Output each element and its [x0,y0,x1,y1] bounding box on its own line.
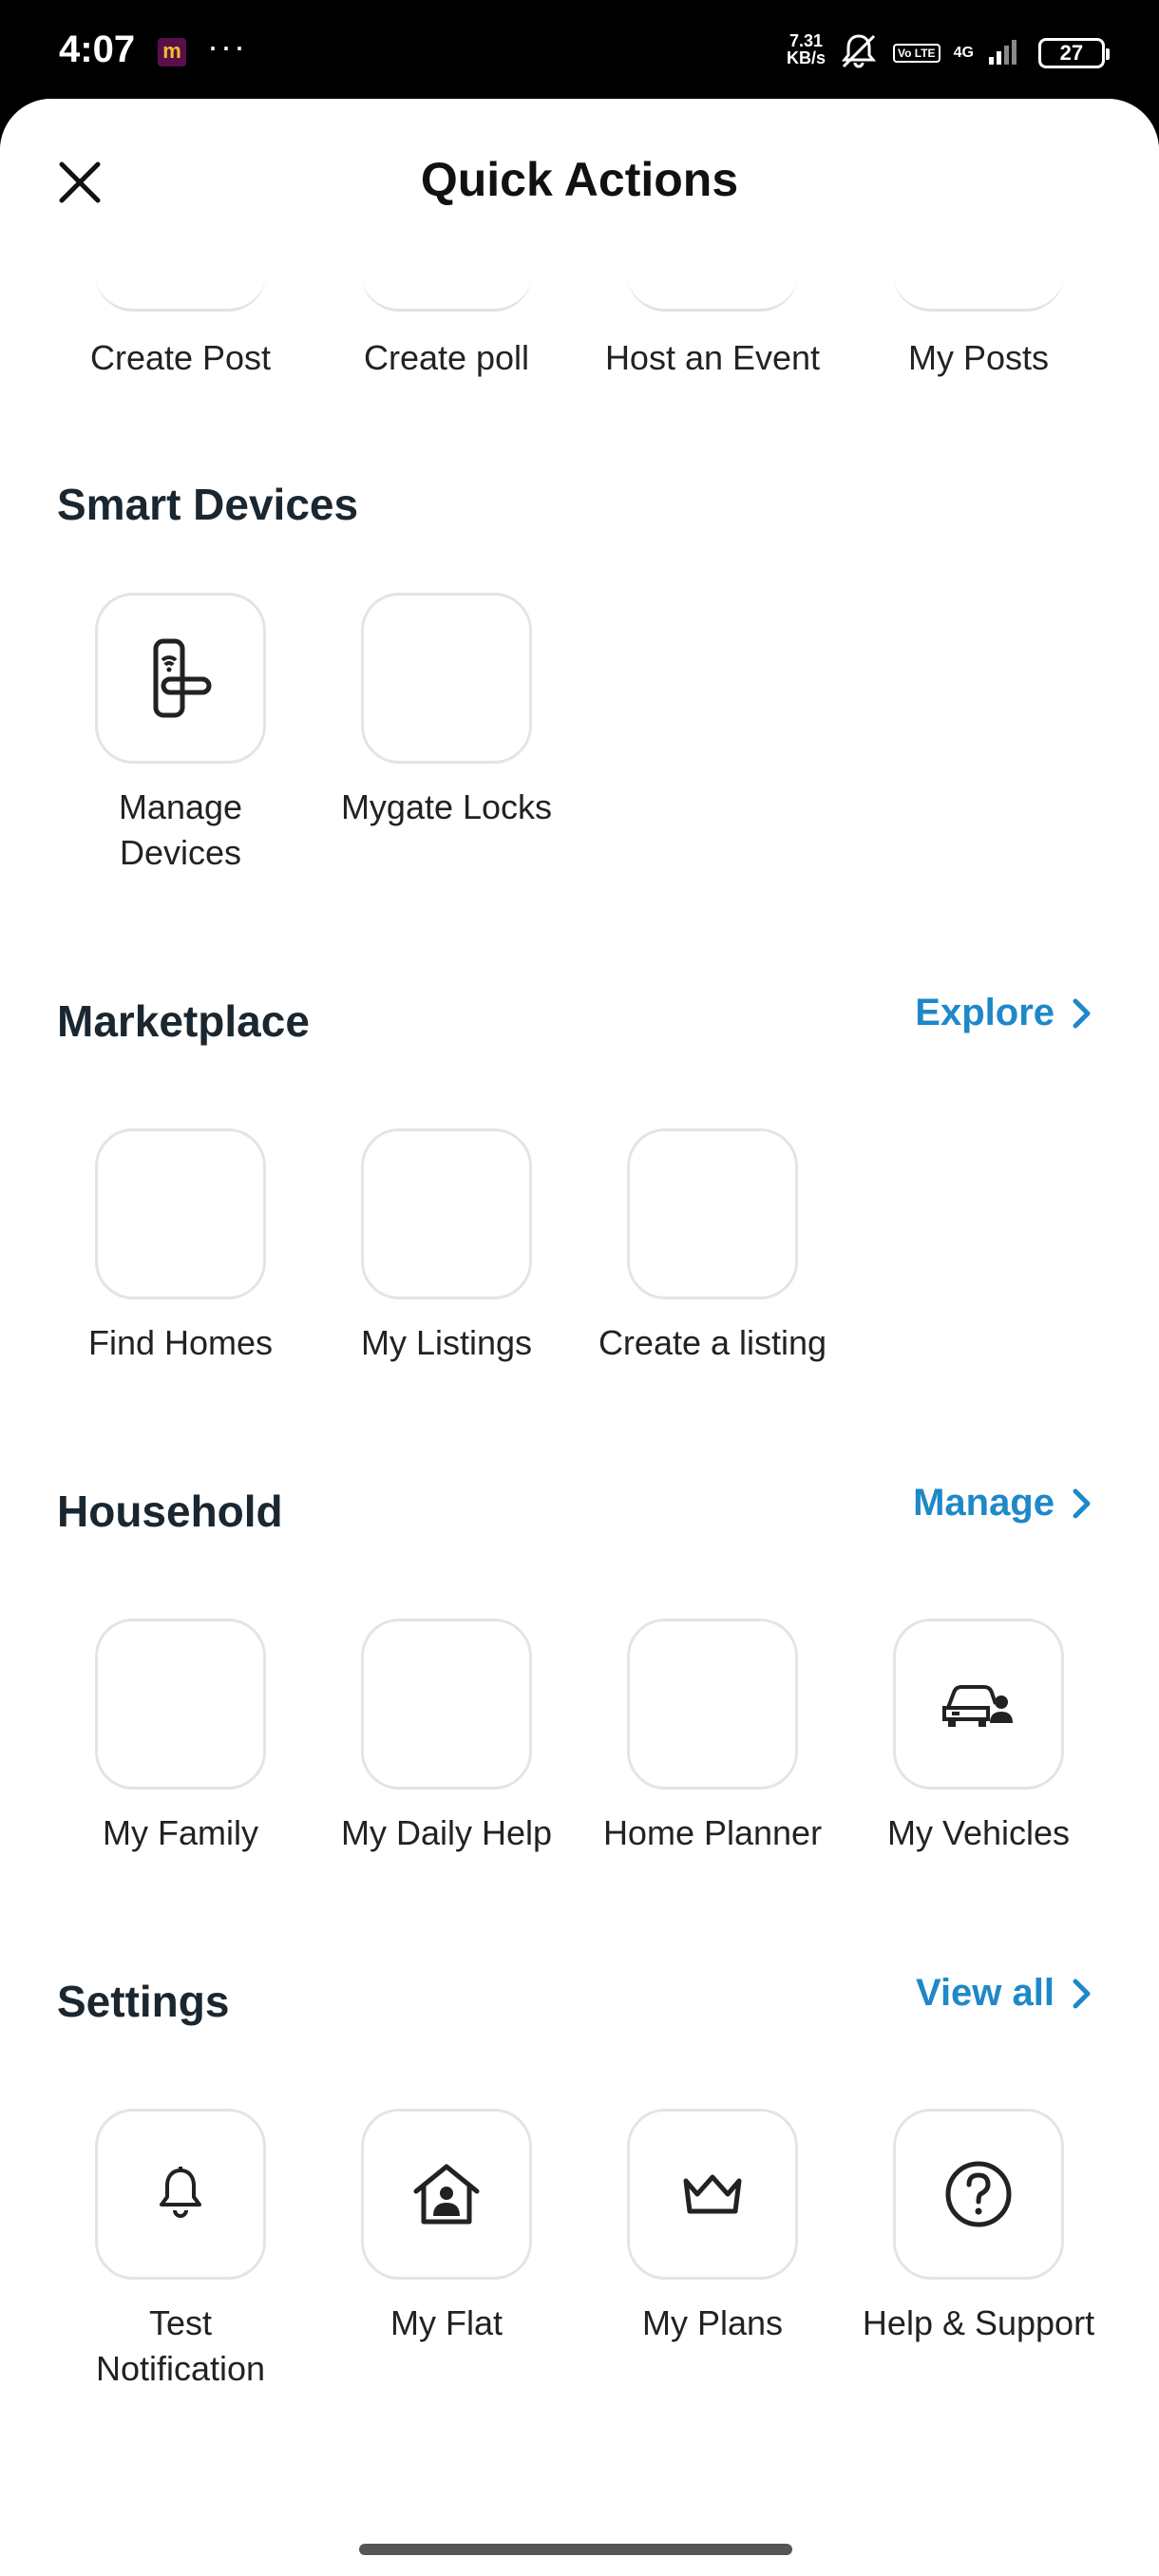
my-vehicles-tile[interactable] [893,1619,1064,1790]
crown-icon [683,2174,742,2214]
my-daily-help-label: My Daily Help [340,1813,553,1852]
my-family-tile[interactable] [95,1619,266,1790]
create-listing-tile[interactable] [627,1128,798,1299]
home-planner-tile[interactable] [627,1619,798,1790]
my-family-label: My Family [103,1813,258,1852]
my-flat-label: My Flat [390,2303,503,2342]
home-planner-label: Home Planner [602,1813,823,1852]
network-speed-unit: KB/s [787,48,826,67]
chevron-right-icon [1073,1488,1091,1518]
home-user-icon [413,2164,480,2225]
more-notifications-icon: ··· [207,27,247,66]
signal-icon [987,36,1025,71]
chevron-right-icon [1073,1979,1091,2008]
manage-devices-label: Manage Devices [118,787,243,872]
app-notification-icon: m [158,38,186,66]
mygate-locks-tile[interactable] [361,593,532,764]
status-icons: Vo LTE 4G 27 [838,32,1110,75]
home-indicator[interactable] [359,2544,792,2555]
host-event-label[interactable]: Host an Event [580,338,846,378]
network-type: 4G [953,45,974,61]
my-plans-label: My Plans [641,2303,784,2342]
find-homes-tile[interactable] [95,1128,266,1299]
mygate-locks-label: Mygate Locks [340,787,553,826]
my-posts-label[interactable]: My Posts [846,338,1112,378]
help-support-label: Help & Support [862,2303,1095,2342]
mute-icon [838,32,880,75]
quick-actions-sheet: Quick Actions Create Post Create poll Ho… [0,99,1159,2576]
create-listing-label: Create a listing [598,1323,827,1362]
chevron-right-icon [1073,998,1091,1028]
find-homes-label: Find Homes [87,1323,274,1362]
smart-lock-icon [153,638,212,718]
section-title-marketplace: Marketplace [57,996,310,1046]
help-circle-icon [945,2161,1012,2227]
volte-icon: Vo LTE [893,44,940,63]
my-flat-tile[interactable] [361,2109,532,2280]
view-all-link[interactable]: View all [916,1972,1092,2015]
my-vehicles-label: My Vehicles [886,1813,1071,1852]
car-user-icon [942,1685,1013,1727]
battery-icon: 27 [1037,38,1110,68]
my-listings-label: My Listings [360,1323,533,1362]
explore-link[interactable]: Explore [915,992,1092,1034]
status-bar: 4:07 m ··· 7.31 KB/s Vo LTE 4G 27 [0,0,1159,104]
my-listings-tile[interactable] [361,1128,532,1299]
section-title-settings: Settings [57,1977,230,2026]
sheet-header: Quick Actions [0,99,1159,256]
create-poll-label[interactable]: Create poll [314,338,580,378]
bell-icon [160,2167,201,2218]
manage-devices-tile[interactable] [95,593,266,764]
manage-link[interactable]: Manage [913,1482,1092,1525]
status-time: 4:07 [59,28,136,70]
test-notification-label: Test Notification [95,2303,266,2388]
page-title: Quick Actions [420,153,739,206]
create-post-label[interactable]: Create Post [48,338,314,378]
my-plans-tile[interactable] [627,2109,798,2280]
network-speed-value: 7.31 [788,31,824,50]
test-notification-tile[interactable] [95,2109,266,2280]
my-daily-help-tile[interactable] [361,1619,532,1790]
network-speed: 7.31 KB/s [787,32,826,66]
section-title-smart-devices: Smart Devices [57,480,359,529]
help-support-tile[interactable] [893,2109,1064,2280]
section-title-household: Household [57,1487,283,1536]
